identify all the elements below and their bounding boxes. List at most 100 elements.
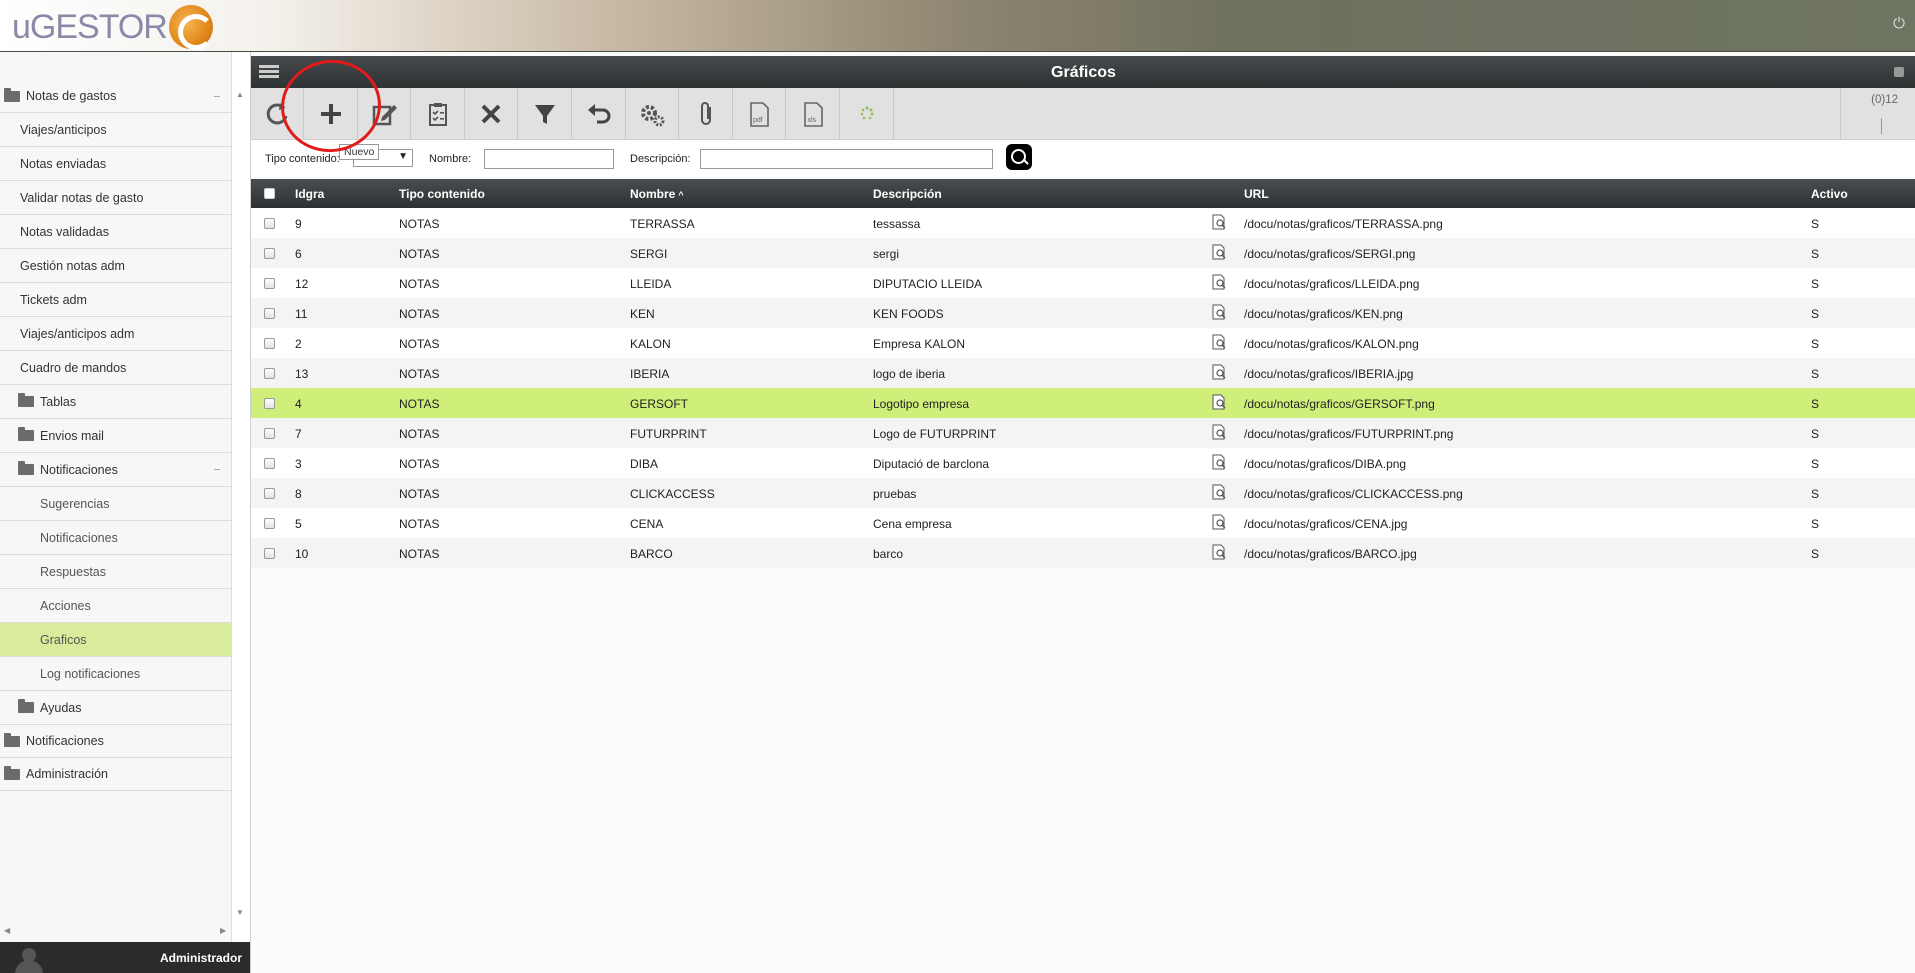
- row-checkbox[interactable]: [264, 248, 275, 259]
- cell-descripcion: pruebas: [873, 487, 917, 501]
- filter-button[interactable]: [519, 88, 572, 140]
- view-document-icon[interactable]: [1211, 484, 1227, 500]
- cell-url: /docu/notas/graficos/CENA.jpg: [1244, 517, 1408, 531]
- column-header-idgra[interactable]: Idgra: [295, 187, 324, 201]
- collapse-icon[interactable]: [214, 469, 220, 470]
- table-row[interactable]: 2 NOTAS KALON Empresa KALON/docu/notas/graf…: [251, 328, 1915, 358]
- delete-button[interactable]: [465, 88, 519, 140]
- view-document-icon[interactable]: [1211, 514, 1227, 530]
- clipboard-button[interactable]: [412, 88, 465, 140]
- sidebar-item-label: Gestión notas adm: [20, 258, 125, 273]
- sidebar-item-gestion-notas-adm[interactable]: Gestión notas adm: [0, 249, 232, 283]
- sidebar-item-sugerencias[interactable]: Sugerencias: [0, 487, 232, 521]
- table-row[interactable]: 10 NOTAS BARCO barco/docu/notas/graficos/BA…: [251, 538, 1915, 568]
- undo-button[interactable]: [573, 88, 626, 140]
- sidebar-item-notificaciones[interactable]: Notificaciones: [0, 521, 232, 555]
- user-bar: Administrador: [0, 942, 250, 973]
- row-checkbox[interactable]: [264, 308, 275, 319]
- sidebar-item-administracion[interactable]: Administración: [0, 758, 232, 791]
- sidebar-item-notificaciones[interactable]: Notificaciones: [0, 725, 232, 758]
- sidebar-item-ayudas[interactable]: Ayudas: [0, 691, 232, 725]
- column-header-descripcion[interactable]: Descripción: [873, 187, 942, 201]
- cell-tipo: NOTAS: [399, 247, 440, 261]
- sidebar-item-notificaciones[interactable]: Notificaciones: [0, 453, 232, 487]
- table-row[interactable]: 9 NOTAS TERRASSA tessassa/docu/notas/grafic…: [251, 208, 1915, 238]
- row-checkbox[interactable]: [264, 428, 275, 439]
- table-row[interactable]: 5 NOTAS CENA Cena empresa/docu/notas/grafic…: [251, 508, 1915, 538]
- row-checkbox[interactable]: [264, 488, 275, 499]
- sidebar-item-tickets-adm[interactable]: Tickets adm: [0, 283, 232, 317]
- row-checkbox[interactable]: [264, 458, 275, 469]
- view-document-icon[interactable]: [1211, 334, 1227, 350]
- view-document-icon[interactable]: [1211, 274, 1227, 290]
- sidebar-item-cuadro-de-mandos[interactable]: Cuadro de mandos: [0, 351, 232, 385]
- table-row[interactable]: 4 NOTAS GERSOFT Logotipo empresa/docu/notas…: [251, 388, 1915, 418]
- row-checkbox[interactable]: [264, 218, 275, 229]
- table-row[interactable]: 13 NOTAS IBERIA logo de iberia/docu/notas/g…: [251, 358, 1915, 388]
- power-icon[interactable]: ⏻: [1891, 16, 1907, 32]
- table-row[interactable]: 3 NOTAS DIBA Diputació de barclona/docu/not…: [251, 448, 1915, 478]
- sidebar-item-label: Notificaciones: [26, 734, 104, 748]
- descripcion-label: Descripción:: [630, 153, 691, 165]
- view-document-icon[interactable]: [1211, 364, 1227, 380]
- scroll-down-arrow-icon[interactable]: ▼: [236, 908, 244, 917]
- descripcion-input[interactable]: [700, 149, 993, 169]
- scroll-up-arrow-icon[interactable]: ▲: [236, 90, 244, 99]
- table-row[interactable]: 6 NOTAS SERGI sergi/docu/notas/graficos/SER…: [251, 238, 1915, 268]
- cell-idgra: 2: [295, 337, 302, 351]
- column-header-nombre[interactable]: Nombre ^: [630, 187, 684, 201]
- view-document-icon[interactable]: [1211, 214, 1227, 230]
- cell-nombre: CENA: [630, 517, 664, 531]
- sidebar-item-acciones[interactable]: Acciones: [0, 589, 232, 623]
- spinner-button[interactable]: [841, 88, 894, 140]
- view-document-icon[interactable]: [1211, 394, 1227, 410]
- sidebar-item-notas-validadas[interactable]: Notas validadas: [0, 215, 232, 249]
- cell-nombre: KALON: [630, 337, 671, 351]
- view-document-icon[interactable]: [1211, 304, 1227, 320]
- sidebar-item-notas-enviadas[interactable]: Notas enviadas: [0, 147, 232, 181]
- sidebar-item-viajes-anticipos-adm[interactable]: Viajes/anticipos adm: [0, 317, 232, 351]
- row-checkbox[interactable]: [264, 368, 275, 379]
- nombre-input[interactable]: [484, 149, 614, 169]
- pdf-button[interactable]: pdf: [733, 88, 787, 140]
- view-document-icon[interactable]: [1211, 454, 1227, 470]
- gears-button[interactable]: [626, 88, 680, 140]
- sidebar-item-graficos[interactable]: Graficos: [0, 623, 232, 657]
- row-checkbox[interactable]: [264, 548, 275, 559]
- sidebar-item-log-notificaciones[interactable]: Log notificaciones: [0, 657, 232, 691]
- column-header-tipo[interactable]: Tipo contenido: [399, 187, 485, 201]
- cell-nombre: FUTURPRINT: [630, 427, 707, 441]
- scroll-right-arrow-icon[interactable]: ▶: [220, 926, 226, 935]
- column-header-activo[interactable]: Activo: [1811, 187, 1848, 201]
- search-button[interactable]: [1006, 144, 1032, 170]
- collapse-icon[interactable]: [214, 96, 220, 97]
- row-checkbox[interactable]: [264, 398, 275, 409]
- cell-idgra: 5: [295, 517, 302, 531]
- sidebar-item-envios-mail[interactable]: Envios mail: [0, 419, 232, 453]
- table-row[interactable]: 7 NOTAS FUTURPRINT Logo de FUTURPRINT/docu/…: [251, 418, 1915, 448]
- cell-nombre: TERRASSA: [630, 217, 695, 231]
- scroll-left-arrow-icon[interactable]: ◀: [4, 926, 10, 935]
- column-header-url[interactable]: URL: [1244, 187, 1269, 201]
- view-document-icon[interactable]: [1211, 424, 1227, 440]
- row-checkbox[interactable]: [264, 278, 275, 289]
- select-all-checkbox[interactable]: [264, 188, 275, 199]
- view-document-icon[interactable]: [1211, 544, 1227, 560]
- sidebar-item-tablas[interactable]: Tablas: [0, 385, 232, 419]
- table-row[interactable]: 8 NOTAS CLICKACCESS pruebas/docu/notas/graf…: [251, 478, 1915, 508]
- row-checkbox[interactable]: [264, 518, 275, 529]
- sidebar-item-respuestas[interactable]: Respuestas: [0, 555, 232, 589]
- table-row[interactable]: 11 NOTAS KEN KEN FOODS/docu/notas/graficos/…: [251, 298, 1915, 328]
- paperclip-button[interactable]: [680, 88, 733, 140]
- pin-icon[interactable]: [1894, 67, 1904, 77]
- cell-idgra: 4: [295, 397, 302, 411]
- cell-idgra: 7: [295, 427, 302, 441]
- sidebar-item-notas-de-gastos[interactable]: Notas de gastos: [0, 80, 232, 113]
- row-checkbox[interactable]: [264, 338, 275, 349]
- table-row[interactable]: 12 NOTAS LLEIDA DIPUTACIO LLEIDA/docu/notas…: [251, 268, 1915, 298]
- view-document-icon[interactable]: [1211, 244, 1227, 260]
- sidebar-item-viajes-anticipos[interactable]: Viajes/anticipos: [0, 113, 232, 147]
- xls-button[interactable]: xls: [787, 88, 840, 140]
- user-name[interactable]: Administrador: [160, 951, 242, 965]
- sidebar-item-validar-notas-de-gasto[interactable]: Validar notas de gasto: [0, 181, 232, 215]
